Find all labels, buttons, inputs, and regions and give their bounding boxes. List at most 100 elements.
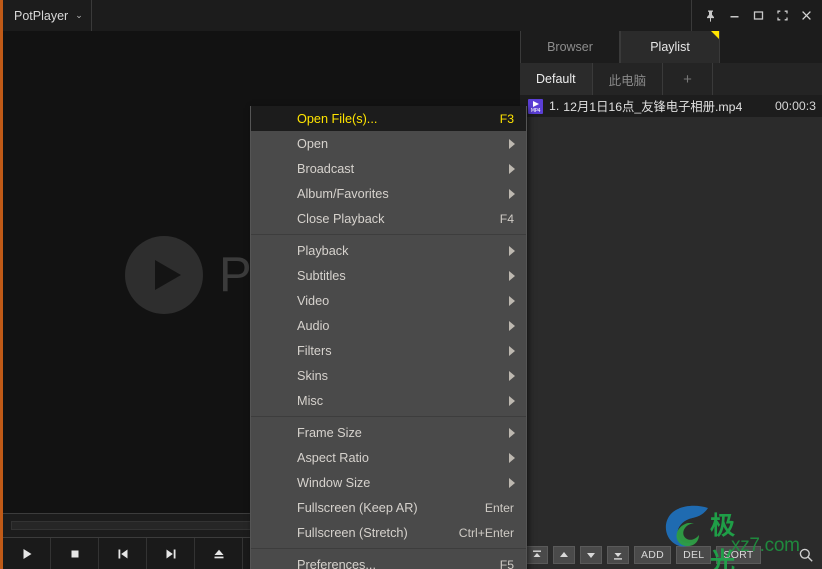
tab-playlist[interactable]: Playlist bbox=[620, 31, 720, 63]
menu-item-label: Open bbox=[297, 136, 329, 151]
previous-button[interactable] bbox=[99, 538, 147, 569]
submenu-arrow-icon bbox=[509, 163, 515, 174]
menu-item-audio[interactable]: Audio bbox=[251, 313, 526, 338]
mp4-file-icon: MP4 bbox=[528, 98, 543, 114]
menu-item-shortcut: F3 bbox=[499, 111, 514, 126]
menu-item-label: Video bbox=[297, 293, 330, 308]
menu-item-label: Preferences... bbox=[297, 557, 376, 569]
menu-separator bbox=[251, 234, 526, 235]
move-to-bottom-button[interactable] bbox=[607, 546, 629, 564]
next-button[interactable] bbox=[147, 538, 195, 569]
menu-item-shortcut: Ctrl+Enter bbox=[458, 525, 514, 540]
menu-item-window-size[interactable]: Window Size bbox=[251, 470, 526, 495]
menu-item-label: Fullscreen (Keep AR) bbox=[297, 500, 418, 515]
menu-item-open[interactable]: Open bbox=[251, 131, 526, 156]
menu-item-label: Skins bbox=[297, 368, 329, 383]
move-to-top-button[interactable] bbox=[526, 546, 548, 564]
window-left-border bbox=[0, 0, 3, 569]
submenu-arrow-icon bbox=[509, 245, 515, 256]
close-icon[interactable] bbox=[794, 0, 818, 31]
submenu-arrow-icon bbox=[509, 295, 515, 306]
submenu-arrow-icon bbox=[509, 320, 515, 331]
list-item-name: 12月1日16点_友锋电子相册.mp4 bbox=[563, 100, 743, 114]
submenu-arrow-icon bbox=[509, 395, 515, 406]
menu-item-label: Fullscreen (Stretch) bbox=[297, 525, 408, 540]
minimize-icon[interactable] bbox=[722, 0, 746, 31]
menu-item-label: Misc bbox=[297, 393, 324, 408]
sub-tab-default-label: Default bbox=[536, 72, 576, 86]
submenu-arrow-icon bbox=[509, 370, 515, 381]
tab-playlist-label: Playlist bbox=[650, 40, 690, 54]
menu-item-label: Playback bbox=[297, 243, 349, 258]
app-title: PotPlayer bbox=[14, 8, 69, 23]
title-bar-drag-region[interactable] bbox=[92, 0, 691, 31]
menu-item-video[interactable]: Video bbox=[251, 288, 526, 313]
title-bar: PotPlayer ⌄ bbox=[0, 0, 822, 31]
menu-item-frame-size[interactable]: Frame Size bbox=[251, 420, 526, 445]
menu-item-subtitles[interactable]: Subtitles bbox=[251, 263, 526, 288]
delete-button[interactable]: DEL bbox=[676, 546, 712, 564]
menu-item-label: Aspect Ratio bbox=[297, 450, 369, 465]
sub-tab-add-button[interactable]: + bbox=[663, 63, 713, 95]
menu-item-album-favorites[interactable]: Album/Favorites bbox=[251, 181, 526, 206]
menu-item-label: Window Size bbox=[297, 475, 371, 490]
menu-item-aspect-ratio[interactable]: Aspect Ratio bbox=[251, 445, 526, 470]
fullscreen-icon[interactable] bbox=[770, 0, 794, 31]
control-divider bbox=[691, 0, 692, 31]
mp4-play-glyph-icon bbox=[532, 100, 539, 107]
active-tab-marker-icon bbox=[711, 31, 719, 39]
list-item-duration: 00:00:3 bbox=[774, 99, 816, 113]
menu-item-label: Broadcast bbox=[297, 161, 355, 176]
submenu-arrow-icon bbox=[509, 345, 515, 356]
submenu-arrow-icon bbox=[509, 270, 515, 281]
menu-item-misc[interactable]: Misc bbox=[251, 388, 526, 413]
menu-item-broadcast[interactable]: Broadcast bbox=[251, 156, 526, 181]
playlist-items[interactable]: MP4 1. 12月1日16点_友锋电子相册.mp4 00:00:3 bbox=[520, 95, 822, 569]
menu-item-fullscreen-keep-ar[interactable]: Fullscreen (Keep AR) Enter bbox=[251, 495, 526, 520]
menu-item-shortcut: Enter bbox=[484, 500, 514, 515]
sub-tab-default[interactable]: Default bbox=[520, 63, 593, 95]
playlist-toolbar: ADD DEL SORT bbox=[520, 541, 822, 569]
submenu-arrow-icon bbox=[509, 427, 515, 438]
menu-item-preferences[interactable]: Preferences... F5 bbox=[251, 552, 526, 569]
move-up-button[interactable] bbox=[553, 546, 575, 564]
app-menu-button[interactable]: PotPlayer ⌄ bbox=[0, 0, 92, 31]
context-menu: Open File(s)... F3 Open Broadcast Album/Favo… bbox=[250, 106, 527, 569]
side-panel: Browser Playlist Default 此电脑 + MP4 1. 12… bbox=[520, 31, 822, 569]
tab-browser[interactable]: Browser bbox=[520, 31, 620, 63]
menu-item-fullscreen-stretch[interactable]: Fullscreen (Stretch) Ctrl+Enter bbox=[251, 520, 526, 545]
menu-item-open-file-s[interactable]: Open File(s)... F3 bbox=[251, 106, 526, 131]
playlist-sub-tab-bar: Default 此电脑 + bbox=[520, 63, 822, 95]
list-item[interactable]: MP4 1. 12月1日16点_友锋电子相册.mp4 00:00:3 bbox=[520, 95, 822, 117]
sub-tab-this-pc[interactable]: 此电脑 bbox=[593, 63, 664, 95]
menu-item-skins[interactable]: Skins bbox=[251, 363, 526, 388]
maximize-icon[interactable] bbox=[746, 0, 770, 31]
menu-item-shortcut: F4 bbox=[499, 211, 514, 226]
menu-item-filters[interactable]: Filters bbox=[251, 338, 526, 363]
move-down-button[interactable] bbox=[580, 546, 602, 564]
list-item-index: 1. bbox=[549, 99, 560, 113]
add-tab-icon: + bbox=[683, 70, 692, 88]
add-button[interactable]: ADD bbox=[634, 546, 672, 564]
submenu-arrow-icon bbox=[509, 452, 515, 463]
sort-button[interactable]: SORT bbox=[716, 546, 761, 564]
play-button[interactable] bbox=[3, 538, 51, 569]
potplayer-window: PotPlayer ⌄ Po Browser Playlist Default … bbox=[0, 0, 822, 569]
menu-item-label: Filters bbox=[297, 343, 332, 358]
eject-button[interactable] bbox=[195, 538, 243, 569]
menu-item-label: Album/Favorites bbox=[297, 186, 389, 201]
window-controls bbox=[691, 0, 822, 31]
play-circle-icon bbox=[125, 236, 203, 314]
menu-separator bbox=[251, 548, 526, 549]
pin-icon[interactable] bbox=[698, 0, 722, 31]
menu-item-label: Subtitles bbox=[297, 268, 346, 283]
search-icon[interactable] bbox=[796, 545, 816, 565]
submenu-arrow-icon bbox=[509, 138, 515, 149]
menu-item-label: Open File(s)... bbox=[297, 111, 378, 126]
panel-tab-bar: Browser Playlist bbox=[520, 31, 822, 63]
menu-item-label: Close Playback bbox=[297, 211, 385, 226]
menu-item-playback[interactable]: Playback bbox=[251, 238, 526, 263]
menu-item-close-playback[interactable]: Close Playback F4 bbox=[251, 206, 526, 231]
menu-item-shortcut: F5 bbox=[499, 557, 514, 569]
stop-button[interactable] bbox=[51, 538, 99, 569]
